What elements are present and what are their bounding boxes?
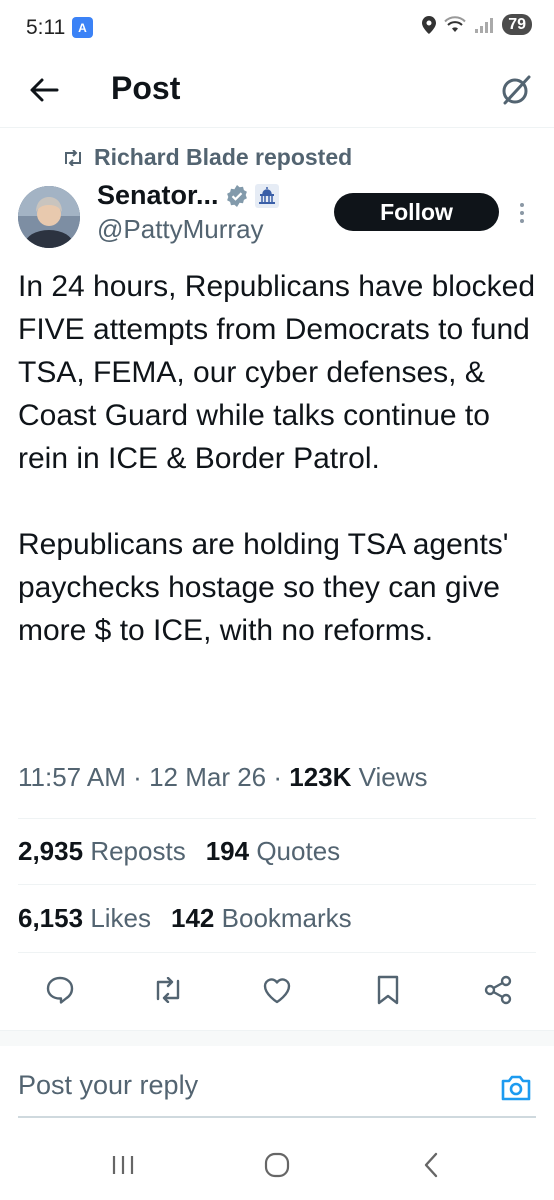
app-notification-icon: A (72, 17, 93, 38)
tweet-date[interactable]: 12 Mar 26 (149, 762, 266, 792)
page-title: Post (111, 70, 181, 106)
divider (18, 818, 536, 819)
share-icon (484, 975, 512, 1005)
repost-icon (156, 977, 180, 1003)
tweet-paragraph: Republicans are holding TSA agents' payc… (18, 528, 509, 647)
recent-apps-icon (112, 1156, 134, 1174)
repost-button[interactable] (146, 968, 190, 1012)
status-time: 5:11 (26, 16, 66, 39)
likes-count: 6,153 (18, 903, 84, 933)
like-button[interactable] (255, 968, 299, 1012)
author-handle[interactable]: @PattyMurray (97, 214, 264, 245)
avatar-image (18, 186, 80, 248)
capitol-icon (254, 183, 279, 208)
home-button[interactable] (257, 1148, 297, 1182)
status-icons: 79 (422, 14, 532, 35)
reply-icon (46, 976, 74, 1004)
reply-input-underline (18, 1116, 536, 1118)
stats-row-likes: 6,153 Likes 142 Bookmarks (18, 903, 352, 934)
system-back-button[interactable] (411, 1148, 451, 1182)
recent-apps-button[interactable] (103, 1148, 143, 1182)
wifi-icon (444, 15, 466, 32)
tweet-time[interactable]: 11:57 AM (18, 762, 126, 792)
verified-badge-icon (226, 184, 247, 207)
signal-icon (475, 17, 494, 33)
reply-button[interactable] (38, 968, 82, 1012)
divider (18, 952, 536, 953)
likes-stat[interactable]: 6,153 Likes (18, 903, 151, 934)
heart-icon (263, 978, 291, 1004)
share-button[interactable] (476, 968, 520, 1012)
more-vertical-icon (520, 203, 524, 207)
arrow-left-icon (30, 78, 59, 102)
likes-label: Likes (90, 903, 152, 933)
bookmarks-stat[interactable]: 142 Bookmarks (171, 903, 352, 934)
grok-button[interactable] (496, 70, 536, 110)
bookmark-icon (377, 975, 399, 1005)
follow-button[interactable]: Follow (334, 193, 499, 231)
divider (18, 884, 536, 885)
header: Post (0, 56, 554, 128)
chevron-left-icon (424, 1152, 438, 1178)
action-bar (0, 968, 554, 1012)
system-nav-bar (0, 1130, 554, 1200)
bookmark-button[interactable] (366, 968, 410, 1012)
section-separator (0, 1030, 554, 1046)
more-options-button[interactable] (512, 198, 532, 228)
bookmarks-count: 142 (171, 903, 215, 933)
quotes-stat[interactable]: 194 Quotes (206, 836, 340, 867)
views-label: Views (358, 762, 428, 792)
author-name[interactable]: Senator... (97, 180, 219, 211)
home-icon (264, 1152, 290, 1178)
battery-indicator: 79 (502, 14, 532, 35)
repost-context[interactable]: Richard Blade reposted (62, 144, 352, 171)
camera-button[interactable] (498, 1070, 534, 1106)
location-icon (422, 15, 437, 34)
reposts-label: Reposts (90, 836, 186, 866)
camera-icon (501, 1075, 531, 1101)
tweet-text: In 24 hours, Republicans have blocked FI… (18, 265, 538, 652)
bookmarks-label: Bookmarks (221, 903, 352, 933)
reply-input[interactable]: Post your reply (18, 1070, 198, 1101)
tweet-paragraph: In 24 hours, Republicans have blocked FI… (18, 270, 536, 475)
repost-icon (65, 149, 81, 166)
author-name-row[interactable]: Senator... (97, 180, 279, 211)
back-button[interactable] (26, 72, 62, 108)
reposts-stat[interactable]: 2,935 Reposts (18, 836, 186, 867)
reposts-count: 2,935 (18, 836, 84, 866)
status-bar: 5:11 A 79 (0, 0, 554, 56)
stats-row-reposts: 2,935 Reposts 194 Quotes (18, 836, 340, 867)
repost-text: Richard Blade reposted (94, 144, 353, 170)
quotes-count: 194 (205, 836, 250, 866)
avatar[interactable] (18, 186, 80, 248)
grok-icon (502, 75, 531, 105)
quotes-label: Quotes (256, 836, 341, 866)
views-count: 123K (289, 762, 352, 792)
tweet-meta: 11:57 AM · 12 Mar 26 · 123K Views (18, 762, 428, 792)
